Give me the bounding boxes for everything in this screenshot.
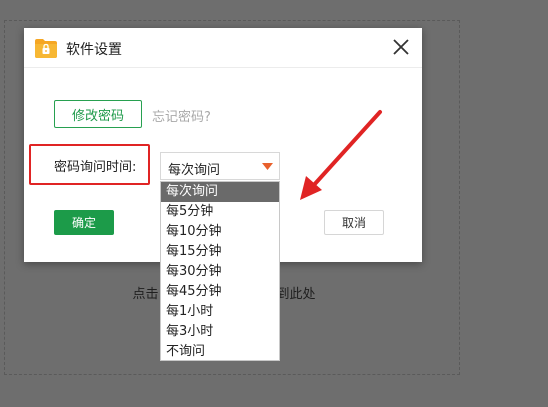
dropdown-option[interactable]: 每45分钟: [161, 282, 279, 302]
dropdown-option[interactable]: 每5分钟: [161, 202, 279, 222]
dropdown-option[interactable]: 每3小时: [161, 322, 279, 342]
forgot-password-link[interactable]: 忘记密码?: [152, 106, 211, 125]
close-icon: [393, 39, 409, 55]
dialog-title: 软件设置: [66, 42, 122, 58]
folder-lock-icon: [34, 37, 58, 59]
change-password-button[interactable]: 修改密码: [54, 100, 142, 128]
dropdown-option[interactable]: 每次询问: [161, 182, 279, 202]
dropdown-option[interactable]: 不询问: [161, 342, 279, 362]
dropdown-option[interactable]: 每10分钟: [161, 222, 279, 242]
cancel-button[interactable]: 取消: [324, 210, 384, 235]
ask-time-select-value: 每次询问: [168, 163, 221, 178]
ok-button[interactable]: 确定: [54, 210, 114, 235]
ask-time-dropdown-list: 每次询问 每5分钟 每10分钟 每15分钟 每30分钟 每45分钟 每1小时 每…: [160, 181, 280, 361]
close-button[interactable]: [388, 34, 414, 60]
drop-zone-hint-right: 到此处: [276, 287, 316, 302]
chevron-down-icon: [262, 163, 273, 170]
ask-time-label: 密码询问时间:: [54, 160, 137, 175]
dialog-title-bar: 软件设置: [24, 28, 422, 68]
drop-zone-hint-left: 点击: [132, 287, 159, 302]
dropdown-option[interactable]: 每30分钟: [161, 262, 279, 282]
ask-time-select[interactable]: 每次询问: [160, 152, 280, 180]
dropdown-option[interactable]: 每1小时: [161, 302, 279, 322]
dropdown-option[interactable]: 每15分钟: [161, 242, 279, 262]
